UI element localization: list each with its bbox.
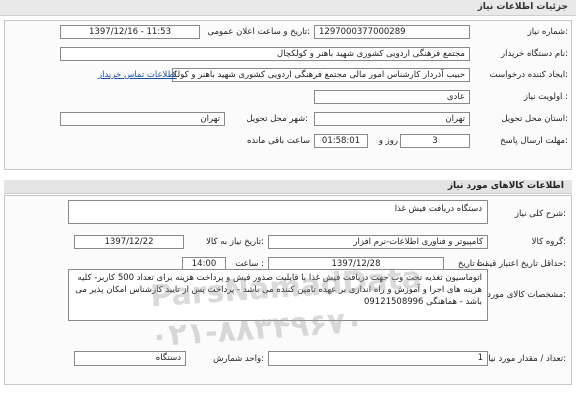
announce-datetime-label: تاریخ و ساعت اعلان عمومی: [207,27,310,37]
need-number-field: 1297000377000289 [314,25,470,39]
days-unit-label: روز و [378,136,398,146]
specs-field: اتوماسیون تغذیه تحت وب جهت دریافت فیش غذ… [68,269,488,321]
city-label: شهر محل تحویل: [246,114,308,124]
goods-section-header: اطلاعات کالاهای مورد نیاز [4,180,572,194]
summary-label: شرح کلی نیاز: [514,209,566,219]
deadline-days-field: 3 [400,134,470,148]
validity-time-label: ساعت : [235,259,264,269]
specs-text: اتوماسیون تغذیه تحت وب جهت دریافت فیش غذ… [75,273,482,307]
unit-label: واحد شمارش: [213,354,264,364]
validity-label: حداقل تاریخ اعتبار قیمت: [476,259,566,269]
need-date-field: 1397/12/22 [74,235,184,249]
creator-field: حبیب آذردار کارشناس امور مالی مجتمع فرهن… [172,68,470,82]
validity-to-label: تا تاریخ : [457,259,488,269]
need-number-label: شماره نیاز: [527,27,568,37]
remaining-time-label: ساعت باقی مانده [246,136,310,146]
group-field: کامپیوتر و فناوری اطلاعات-نرم افزار [268,235,488,249]
quantity-label: تعداد / مقدار مورد نیاز: [484,354,566,364]
buyer-label: نام دستگاه خریدار: [501,49,568,59]
page-header: جزئیات اطلاعات نیاز [0,0,576,16]
page-title: جزئیات اطلاعات نیاز [477,2,568,12]
province-field: تهران [314,112,470,126]
buyer-contact-link[interactable]: اطلاعات تماس خریدار [98,70,177,80]
remaining-time-field: 01:58:01 [314,134,368,148]
deadline-label: مهلت ارسال پاسخ: [500,136,568,146]
summary-field: دستگاه دریافت فیش غذا [68,200,488,224]
priority-label: اولویت نیاز : [523,92,568,102]
goods-section-title: اطلاعات کالاهای مورد نیاز [447,181,564,191]
announce-datetime-field: 1397/12/16 - 11:53 [60,25,200,39]
province-label: استان محل تحویل: [501,114,568,124]
city-field: تهران [60,112,225,126]
quantity-field: 1 [268,351,488,366]
creator-label: ایجاد کننده درخواست: [489,70,568,80]
summary-value: دستگاه دریافت فیش غذا [394,204,482,214]
unit-field: دستگاه [74,351,186,366]
priority-field: عادی [314,90,470,104]
need-date-label: تاریخ نیاز به کالا: [206,237,264,247]
need-info-panel [4,20,572,170]
buyer-field: مجتمع فرهنگی اردویی کشوری شهید باهنر و ک… [60,47,470,61]
group-label: گروه کالا: [531,237,566,247]
